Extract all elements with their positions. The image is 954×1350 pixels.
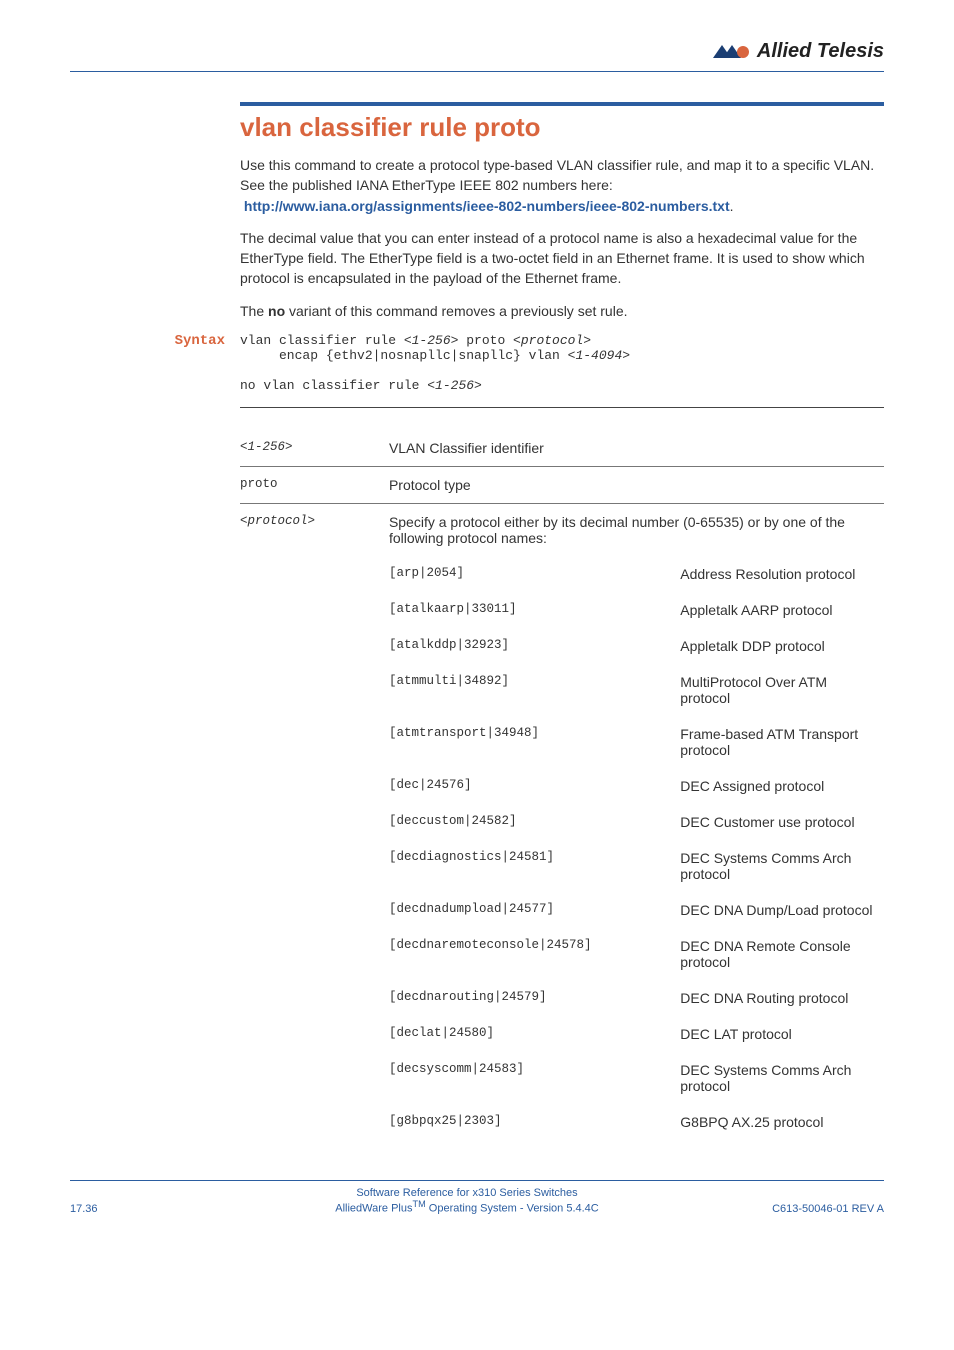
- param-name: <1-256>: [240, 430, 389, 467]
- protocol-desc: DEC Customer use protocol: [680, 804, 884, 840]
- protocol-row: [arp|2054]Address Resolution protocol: [240, 556, 884, 592]
- protocol-code: [decdnarouting|24579]: [389, 980, 680, 1016]
- param-row: proto Protocol type: [240, 467, 884, 504]
- param-name: <protocol>: [240, 504, 389, 557]
- intro-text: Use this command to create a protocol ty…: [240, 157, 874, 193]
- para-ethertype: The decimal value that you can enter ins…: [240, 228, 884, 289]
- protocol-row: [atmmulti|34892]MultiProtocol Over ATM p…: [240, 664, 884, 716]
- footer-page-number: 17.36: [70, 1203, 190, 1215]
- period: .: [730, 198, 734, 214]
- protocol-code: [arp|2054]: [389, 556, 680, 592]
- footer-title: Software Reference for x310 Series Switc…: [190, 1187, 744, 1199]
- protocol-code: [atmmulti|34892]: [389, 664, 680, 716]
- protocol-code: [declat|24580]: [389, 1016, 680, 1052]
- protocol-row: [decdnaremoteconsole|24578]DEC DNA Remot…: [240, 928, 884, 980]
- protocol-desc: DEC Assigned protocol: [680, 768, 884, 804]
- protocol-row: [g8bpqx25|2303]G8BPQ AX.25 protocol: [240, 1104, 884, 1140]
- syntax-l1b: <1-256>: [404, 333, 459, 348]
- logo-mark-icon: [713, 43, 751, 61]
- para3-suffix: variant of this command removes a previo…: [285, 303, 627, 319]
- protocol-desc: DEC DNA Routing protocol: [680, 980, 884, 1016]
- footer-subtitle: AlliedWare PlusTM Operating System - Ver…: [190, 1199, 744, 1215]
- protocol-code: [decdnaremoteconsole|24578]: [389, 928, 680, 980]
- syntax-label: Syntax: [165, 333, 225, 349]
- logo-text: Allied Telesis: [757, 40, 884, 63]
- parameter-table: <1-256> VLAN Classifier identifier proto…: [240, 430, 884, 1140]
- footer-version: Operating System - Version 5.4.4C: [426, 1203, 599, 1215]
- param-name: proto: [240, 467, 389, 504]
- syntax-l2a: encap {ethv2|nosnapllc|snapllc} vlan: [240, 348, 568, 363]
- protocol-desc: Frame-based ATM Transport protocol: [680, 716, 884, 768]
- protocol-row: [decsyscomm|24583]DEC Systems Comms Arch…: [240, 1052, 884, 1104]
- footer-divider: [70, 1180, 884, 1181]
- protocol-row: [decdnarouting|24579]DEC DNA Routing pro…: [240, 980, 884, 1016]
- protocol-desc: Appletalk DDP protocol: [680, 628, 884, 664]
- syntax-l1c: proto: [458, 333, 513, 348]
- protocol-row: [atalkaarp|33011]Appletalk AARP protocol: [240, 592, 884, 628]
- param-desc: Protocol type: [389, 467, 884, 504]
- protocol-desc: Appletalk AARP protocol: [680, 592, 884, 628]
- para-no-variant: The no variant of this command removes a…: [240, 301, 884, 321]
- header-logo-row: Allied Telesis: [70, 40, 884, 63]
- main-content: vlan classifier rule proto Use this comm…: [240, 102, 884, 1140]
- protocol-row: [dec|24576]DEC Assigned protocol: [240, 768, 884, 804]
- iana-link[interactable]: http://www.iana.org/assignments/ieee-802…: [244, 198, 730, 214]
- protocol-row: [decdnadumpload|24577]DEC DNA Dump/Load …: [240, 892, 884, 928]
- footer-docid: C613-50046-01 REV A: [744, 1203, 884, 1215]
- page-footer: 17.36 Software Reference for x310 Series…: [70, 1187, 884, 1215]
- protocol-row: [declat|24580]DEC LAT protocol: [240, 1016, 884, 1052]
- protocol-desc: DEC LAT protocol: [680, 1016, 884, 1052]
- command-title: vlan classifier rule proto: [240, 112, 884, 143]
- section-rule: [240, 102, 884, 106]
- protocol-code: [deccustom|24582]: [389, 804, 680, 840]
- protocol-code: [atalkddp|32923]: [389, 628, 680, 664]
- syntax-l1a: vlan classifier rule: [240, 333, 404, 348]
- protocol-code: [decdiagnostics|24581]: [389, 840, 680, 892]
- protocol-code: [decsyscomm|24583]: [389, 1052, 680, 1104]
- syntax-l3b: <1-256>: [427, 378, 482, 393]
- protocol-desc: DEC DNA Dump/Load protocol: [680, 892, 884, 928]
- footer-tm: TM: [412, 1199, 425, 1209]
- intro-paragraph: Use this command to create a protocol ty…: [240, 155, 884, 216]
- header-divider: [70, 71, 884, 72]
- protocol-desc: DEC DNA Remote Console protocol: [680, 928, 884, 980]
- protocol-desc: Address Resolution protocol: [680, 556, 884, 592]
- param-desc: Specify a protocol either by its decimal…: [389, 504, 884, 557]
- protocol-code: [decdnadumpload|24577]: [389, 892, 680, 928]
- syntax-block: Syntaxvlan classifier rule <1-256> proto…: [240, 333, 884, 393]
- protocol-code: [dec|24576]: [389, 768, 680, 804]
- param-row: <1-256> VLAN Classifier identifier: [240, 430, 884, 467]
- protocol-desc: MultiProtocol Over ATM protocol: [680, 664, 884, 716]
- syntax-l3a: no vlan classifier rule: [240, 378, 427, 393]
- syntax-bottom-rule: [240, 407, 884, 408]
- protocol-row: [decdiagnostics|24581]DEC Systems Comms …: [240, 840, 884, 892]
- protocol-desc: DEC Systems Comms Arch protocol: [680, 1052, 884, 1104]
- protocol-row: [deccustom|24582]DEC Customer use protoc…: [240, 804, 884, 840]
- para3-prefix: The: [240, 303, 268, 319]
- brand-logo: Allied Telesis: [713, 40, 884, 63]
- param-row: <protocol> Specify a protocol either by …: [240, 504, 884, 557]
- protocol-row: [atmtransport|34948]Frame-based ATM Tran…: [240, 716, 884, 768]
- protocol-code: [atmtransport|34948]: [389, 716, 680, 768]
- protocol-desc: DEC Systems Comms Arch protocol: [680, 840, 884, 892]
- footer-product: AlliedWare Plus: [335, 1203, 412, 1215]
- protocol-code: [atalkaarp|33011]: [389, 592, 680, 628]
- protocol-code: [g8bpqx25|2303]: [389, 1104, 680, 1140]
- para3-bold: no: [268, 303, 285, 319]
- protocol-desc: G8BPQ AX.25 protocol: [680, 1104, 884, 1140]
- syntax-l1d: <protocol>: [513, 333, 591, 348]
- syntax-l2b: <1-4094>: [568, 348, 630, 363]
- param-desc: VLAN Classifier identifier: [389, 430, 884, 467]
- protocol-row: [atalkddp|32923]Appletalk DDP protocol: [240, 628, 884, 664]
- footer-center: Software Reference for x310 Series Switc…: [190, 1187, 744, 1215]
